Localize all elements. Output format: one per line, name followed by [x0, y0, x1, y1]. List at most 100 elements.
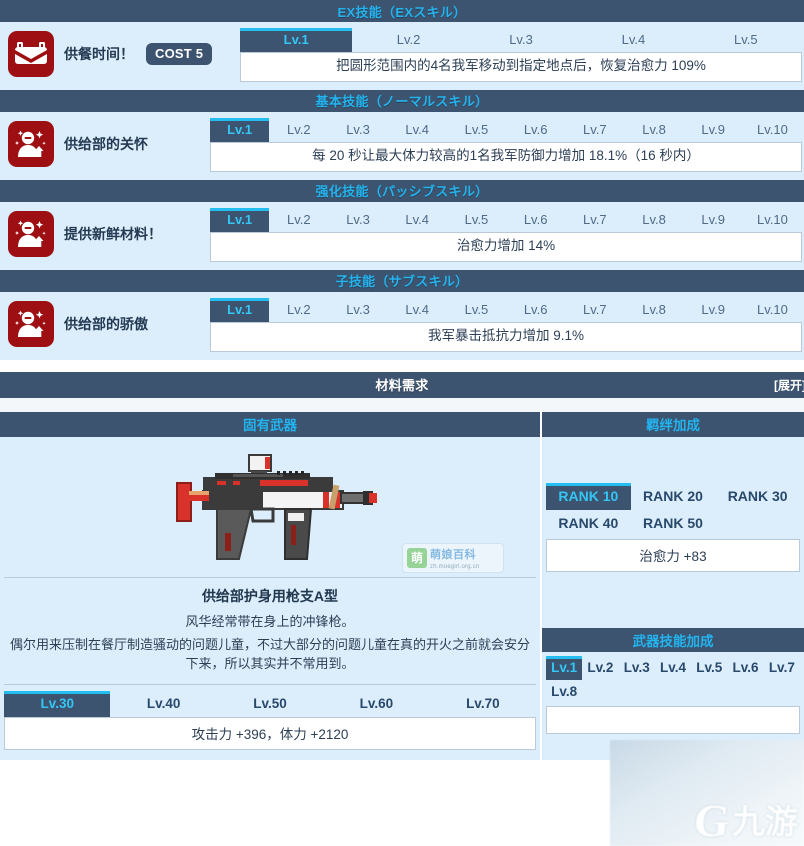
skill-description-sub: 我军暴击抵抗力增加 9.1% — [210, 321, 802, 352]
level-tab-passive-8[interactable]: Lv.8 — [624, 208, 683, 232]
level-tabs-ex[interactable]: Lv.1 Lv.2 Lv.3 Lv.4 Lv.5 — [240, 28, 802, 52]
level-tab-normal-7[interactable]: Lv.7 — [565, 118, 624, 142]
level-tab-normal-9[interactable]: Lv.9 — [684, 118, 743, 142]
material-title: 材料需求 — [375, 378, 429, 393]
section-title-normal: 基本技能（ノーマルスキル） — [315, 94, 489, 110]
skill-name-normal: 供给部的关怀 — [64, 135, 148, 152]
level-tab-sub-10[interactable]: Lv.10 — [743, 298, 802, 322]
lunchbox-icon — [8, 31, 54, 77]
section-title-passive: 强化技能（パッシブスキル） — [315, 184, 489, 200]
weapon-skill-tab-4[interactable]: Lv.4 — [655, 656, 691, 680]
weapon-skill-tab-2[interactable]: Lv.2 — [582, 656, 618, 680]
level-tab-passive-1[interactable]: Lv.1 — [210, 207, 270, 232]
skill-info-ex: 供餐时间！ COST 5 — [0, 28, 240, 80]
level-tab-sub-5[interactable]: Lv.5 — [447, 298, 506, 322]
character-detail-page: EX技能（EXスキル） 供餐时间！ COST 5 Lv.1 Lv.2 Lv.3 … — [0, 0, 804, 846]
skill-name-ex: 供餐时间！ — [64, 46, 134, 62]
weapon-level-tab-40[interactable]: Lv.40 — [110, 691, 216, 717]
level-tab-passive-7[interactable]: Lv.7 — [565, 208, 624, 232]
section-header-sub: 子技能（サブスキル） — [0, 269, 804, 292]
level-tab-normal-6[interactable]: Lv.6 — [506, 118, 565, 142]
bond-rank-tabs[interactable]: RANK 10 RANK 20 RANK 30 RANK 40 RANK 50 — [542, 482, 804, 537]
weapon-skill-tab-3[interactable]: Lv.3 — [619, 656, 655, 680]
material-spacer-bottom — [0, 397, 804, 412]
level-tabs-passive[interactable]: Lv.1 Lv.2 Lv.3 Lv.4 Lv.5 Lv.6 Lv.7 Lv.8 … — [210, 207, 802, 232]
level-tab-passive-4[interactable]: Lv.4 — [388, 208, 447, 232]
level-tab-normal-4[interactable]: Lv.4 — [388, 118, 447, 142]
bond-column-header: 羁绊加成 — [542, 411, 804, 437]
level-tab-normal-1[interactable]: Lv.1 — [210, 117, 270, 142]
weapon-skill-tab-5[interactable]: Lv.5 — [691, 656, 727, 680]
skill-name-sub: 供给部的骄傲 — [64, 315, 148, 332]
level-tabs-normal[interactable]: Lv.1 Lv.2 Lv.3 Lv.4 Lv.5 Lv.6 Lv.7 Lv.8 … — [210, 117, 802, 142]
bond-rank-tab-40[interactable]: RANK 40 — [546, 510, 631, 537]
level-tab-passive-5[interactable]: Lv.5 — [447, 208, 506, 232]
bond-effect: 治愈力 +83 — [546, 538, 800, 572]
skill-levels-passive: Lv.1 Lv.2 Lv.3 Lv.4 Lv.5 Lv.6 Lv.7 Lv.8 … — [210, 207, 804, 262]
level-tab-sub-8[interactable]: Lv.8 — [624, 298, 683, 322]
weapon-skill-tab-1[interactable]: Lv.1 — [546, 655, 583, 680]
section-title-ex: EX技能（EXスキル） — [337, 4, 467, 20]
jiuyou-mark: G — [691, 795, 733, 846]
level-tab-normal-5[interactable]: Lv.5 — [447, 118, 506, 142]
watermark-brand-mark: 萌 — [407, 547, 427, 568]
level-tab-sub-1[interactable]: Lv.1 — [210, 297, 270, 322]
level-tab-normal-3[interactable]: Lv.3 — [328, 118, 387, 142]
bond-rank-tab-10[interactable]: RANK 10 — [546, 482, 631, 510]
level-tab-sub-6[interactable]: Lv.6 — [506, 298, 565, 322]
weapon-level-tab-30[interactable]: Lv.30 — [4, 690, 111, 717]
weapon-level-tab-60[interactable]: Lv.60 — [323, 691, 429, 717]
section-header-normal: 基本技能（ノーマルスキル） — [0, 89, 804, 112]
bond-rank-tab-20[interactable]: RANK 20 — [631, 483, 716, 510]
weapon-skill-tabs[interactable]: Lv.1 Lv.2 Lv.3 Lv.4 Lv.5 Lv.6 Lv.7 Lv.8 — [542, 652, 804, 704]
level-tab-sub-9[interactable]: Lv.9 — [684, 298, 743, 322]
level-tab-normal-2[interactable]: Lv.2 — [269, 118, 328, 142]
weapon-skill-header: 武器技能加成 — [542, 627, 804, 652]
level-tab-sub-7[interactable]: Lv.7 — [565, 298, 624, 322]
level-tab-sub-3[interactable]: Lv.3 — [328, 298, 387, 322]
weapon-level-area: Lv.30 Lv.40 Lv.50 Lv.60 Lv.70 攻击力 +396，体… — [0, 685, 540, 760]
weapon-skill-tab-8[interactable]: Lv.8 — [546, 680, 582, 704]
skill-info-normal: 供给部的关怀 — [0, 118, 210, 170]
detail-columns: 固有武器 萌 萌娘百科 zh.moegirl.org.cn 供给部护身用枪支A型… — [0, 411, 804, 760]
support-buff-icon — [8, 120, 54, 167]
level-tabs-sub[interactable]: Lv.1 Lv.2 Lv.3 Lv.4 Lv.5 Lv.6 Lv.7 Lv.8 … — [210, 297, 802, 322]
jiuyou-label: 九游 — [732, 802, 798, 840]
weapon-skill-description — [546, 705, 800, 734]
level-tab-sub-4[interactable]: Lv.4 — [388, 298, 447, 322]
weapon-level-tabs[interactable]: Lv.30 Lv.40 Lv.50 Lv.60 Lv.70 — [4, 690, 536, 717]
weapon-skill-tab-7[interactable]: Lv.7 — [764, 656, 800, 680]
level-tab-passive-9[interactable]: Lv.9 — [684, 208, 743, 232]
level-tab-passive-10[interactable]: Lv.10 — [743, 208, 802, 232]
weapon-description: 偶尔用来压制在餐厅制造骚动的问题儿童，不过大部分的问题儿童在真的开火之前就会安分… — [9, 636, 530, 672]
bond-rank-tab-30[interactable]: RANK 30 — [715, 483, 800, 510]
bond-rank-tab-50[interactable]: RANK 50 — [631, 510, 716, 537]
bond-bottom-spacer — [542, 572, 804, 628]
watermark-url: zh.moegirl.org.cn — [430, 563, 480, 570]
level-tab-ex-1[interactable]: Lv.1 — [240, 28, 353, 52]
weapon-subtitle: 风华经常带在身上的冲锋枪。 — [185, 613, 355, 629]
level-tab-passive-2[interactable]: Lv.2 — [269, 208, 328, 232]
level-tab-ex-5[interactable]: Lv.5 — [690, 28, 802, 52]
skill-name-passive: 提供新鲜材料！ — [64, 225, 162, 242]
level-tab-passive-6[interactable]: Lv.6 — [506, 208, 565, 232]
material-expand-toggle[interactable]: [展开] — [774, 376, 804, 393]
weapon-skill-tab-6[interactable]: Lv.6 — [727, 656, 763, 680]
weapon-level-tab-50[interactable]: Lv.50 — [217, 691, 323, 717]
skill-info-passive: 提供新鲜材料！ — [0, 208, 210, 260]
jiuyou-overlay-watermark: G 九游 — [610, 740, 804, 846]
level-tab-normal-8[interactable]: Lv.8 — [624, 118, 683, 142]
level-tab-sub-2[interactable]: Lv.2 — [269, 298, 328, 322]
skill-row-ex: 供餐时间！ COST 5 Lv.1 Lv.2 Lv.3 Lv.4 Lv.5 把圆… — [0, 22, 804, 90]
level-tab-ex-3[interactable]: Lv.3 — [465, 28, 577, 52]
level-tab-ex-2[interactable]: Lv.2 — [352, 28, 464, 52]
section-header-passive: 强化技能（パッシブスキル） — [0, 179, 804, 202]
bond-column-title: 羁绊加成 — [646, 418, 700, 433]
level-tab-passive-3[interactable]: Lv.3 — [328, 208, 387, 232]
level-tab-normal-10[interactable]: Lv.10 — [743, 118, 802, 142]
skill-levels-sub: Lv.1 Lv.2 Lv.3 Lv.4 Lv.5 Lv.6 Lv.7 Lv.8 … — [210, 297, 804, 352]
level-tab-ex-4[interactable]: Lv.4 — [577, 28, 689, 52]
moegirl-watermark: 萌 萌娘百科 zh.moegirl.org.cn — [402, 542, 504, 573]
section-header-material: 材料需求 [展开] — [0, 371, 804, 398]
weapon-level-tab-70[interactable]: Lv.70 — [430, 691, 536, 717]
